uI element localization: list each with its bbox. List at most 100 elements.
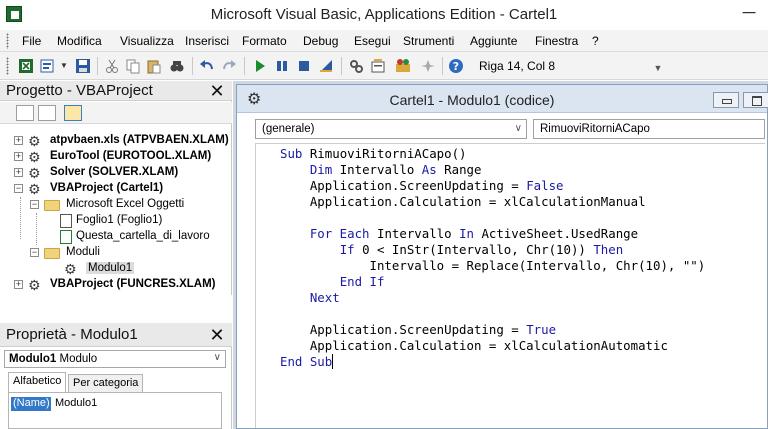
code-text: 0 < InStr(Intervallo, Chr(10)) [354, 242, 594, 257]
toolbar-separator [192, 57, 193, 75]
copy-icon[interactable] [125, 58, 141, 74]
menu-inserisci[interactable]: Inserisci [185, 34, 229, 48]
properties-grid: (Name) Modulo1 [8, 392, 222, 429]
mdi-workspace: ⚙ Cartel1 - Modulo1 (codice) (generale) … [233, 81, 768, 429]
procedure-combo-value: RimuoviRitorniACapo [540, 123, 650, 135]
project-panel-toolbar [0, 102, 232, 124]
reset-icon[interactable] [296, 58, 312, 74]
design-mode-icon[interactable] [318, 58, 334, 74]
break-icon[interactable] [274, 58, 290, 74]
menu-modifica[interactable]: Modifica [57, 34, 102, 48]
chevron-down-icon[interactable]: ∨ [214, 352, 221, 363]
code-line[interactable]: Dim Intervallo As Range [280, 162, 482, 178]
code-line[interactable]: If 0 < InStr(Intervallo, Chr(10)) Then [280, 242, 623, 258]
object-name: Modulo1 [9, 353, 57, 365]
run-icon[interactable] [252, 58, 268, 74]
property-value-cell[interactable]: Modulo1 [55, 397, 97, 409]
code-line[interactable]: For Each Intervallo In ActiveSheet.UsedR… [280, 226, 638, 242]
expand-toggle[interactable]: + [14, 280, 23, 289]
code-line[interactable]: Next [280, 290, 340, 306]
menu-strumenti[interactable]: Strumenti [403, 34, 454, 48]
collapse-toggle[interactable]: − [14, 184, 23, 193]
close-icon[interactable]: ✕ [208, 326, 226, 344]
text-caret [332, 354, 334, 369]
menu-aggiunte[interactable]: Aggiunte [470, 34, 517, 48]
object-combo[interactable]: (generale) ∨ [255, 119, 527, 139]
close-icon[interactable]: ✕ [208, 82, 226, 100]
tab-alfabetico[interactable]: Alfabetico [8, 372, 67, 392]
tree-item-label: EuroTool (EUROTOOL.XLAM) [50, 150, 212, 162]
code-line[interactable]: Intervallo = Replace(Intervallo, Chr(10)… [280, 258, 706, 274]
insert-module-icon[interactable] [40, 58, 56, 74]
tree-item-label: VBAProject (FUNCRES.XLAM) [50, 278, 216, 290]
object-browser-icon[interactable] [395, 58, 411, 74]
tree-connector [20, 197, 21, 239]
code-line[interactable]: Application.Calculation = xlCalculationM… [280, 194, 646, 210]
redo-icon[interactable] [221, 58, 237, 74]
menu-formato[interactable]: Formato [242, 34, 287, 48]
svg-text:?: ? [453, 60, 459, 73]
expand-toggle[interactable]: + [14, 136, 23, 145]
code-line[interactable]: End If [280, 274, 385, 290]
help-icon[interactable]: ? [448, 58, 464, 74]
chevron-down-icon[interactable]: ∨ [515, 123, 522, 134]
menu-file[interactable]: File [22, 34, 41, 48]
property-name-cell[interactable]: (Name) [11, 397, 51, 411]
dropdown-arrow-icon[interactable]: ▼ [60, 61, 76, 77]
menu-help[interactable]: ? [592, 34, 599, 48]
cut-icon[interactable] [104, 58, 120, 74]
toolbar-overflow-icon[interactable]: ▼ [653, 55, 663, 77]
code-line[interactable]: Sub RimuoviRitorniACapo() [280, 146, 467, 162]
toggle-folders-button[interactable] [64, 105, 82, 121]
menu-esegui[interactable]: Esegui [354, 34, 391, 48]
paste-icon[interactable] [146, 58, 162, 74]
object-selector-dropdown[interactable]: Modulo1 Modulo ∨ [4, 350, 226, 368]
tree-item-label: Foglio1 (Foglio1) [76, 214, 163, 226]
code-text: Application.Calculation = xlCalculationM… [280, 194, 646, 209]
properties-window-icon[interactable] [370, 58, 386, 74]
find-icon[interactable] [169, 58, 185, 74]
tab-per-categoria[interactable]: Per categoria [68, 374, 144, 392]
code-keyword: Then [593, 242, 624, 257]
view-excel-icon[interactable] [18, 58, 34, 74]
code-keyword: In [459, 226, 474, 241]
view-code-button[interactable] [16, 105, 34, 121]
menu-finestra[interactable]: Finestra [535, 34, 578, 48]
code-line[interactable]: Application.Calculation = xlCalculationA… [280, 338, 668, 354]
view-object-button[interactable] [38, 105, 56, 121]
project-explorer-icon[interactable] [348, 58, 364, 74]
toolbar-separator [244, 57, 245, 75]
toolbox-icon[interactable] [420, 58, 436, 74]
minimize-button[interactable]: ─ [730, 3, 768, 24]
code-window-minimize-button[interactable] [713, 92, 739, 108]
worksheet-icon [60, 214, 72, 228]
collapse-toggle[interactable]: − [30, 248, 39, 257]
save-icon[interactable] [75, 58, 91, 74]
code-line[interactable]: End Sub [280, 354, 332, 370]
code-line[interactable]: Application.ScreenUpdating = False [280, 178, 564, 194]
procedure-combo[interactable]: RimuoviRitorniACapo [533, 119, 765, 139]
project-tree: + ⚙ atpvbaen.xls (ATPVBAEN.XLAM) + ⚙ Eur… [0, 127, 232, 293]
code-keyword: If [339, 242, 355, 257]
toolbar-grip-handle[interactable] [6, 57, 9, 75]
vba-project-icon: ⚙ [28, 277, 41, 293]
menu-visualizza[interactable]: Visualizza [120, 34, 174, 48]
tree-item-label: Solver (SOLVER.XLAM) [50, 166, 179, 178]
code-window-title: Cartel1 - Modulo1 (codice) [389, 92, 555, 108]
collapse-toggle[interactable]: − [30, 200, 39, 209]
code-editor[interactable]: Sub RimuoviRitorniACapo() Dim Intervallo… [255, 143, 765, 428]
code-text: Application.Calculation = xlCalculationA… [280, 338, 668, 353]
undo-icon[interactable] [199, 58, 215, 74]
vba-project-icon: ⚙ [28, 149, 41, 165]
menu-debug[interactable]: Debug [303, 34, 338, 48]
expand-toggle[interactable]: + [14, 152, 23, 161]
title-bar: Microsoft Visual Basic, Applications Edi… [0, 0, 768, 30]
code-line[interactable]: Application.ScreenUpdating = True [280, 322, 556, 338]
menu-grip-handle[interactable] [6, 33, 9, 49]
code-window-maximize-button[interactable] [743, 92, 768, 108]
expand-toggle[interactable]: + [14, 168, 23, 177]
